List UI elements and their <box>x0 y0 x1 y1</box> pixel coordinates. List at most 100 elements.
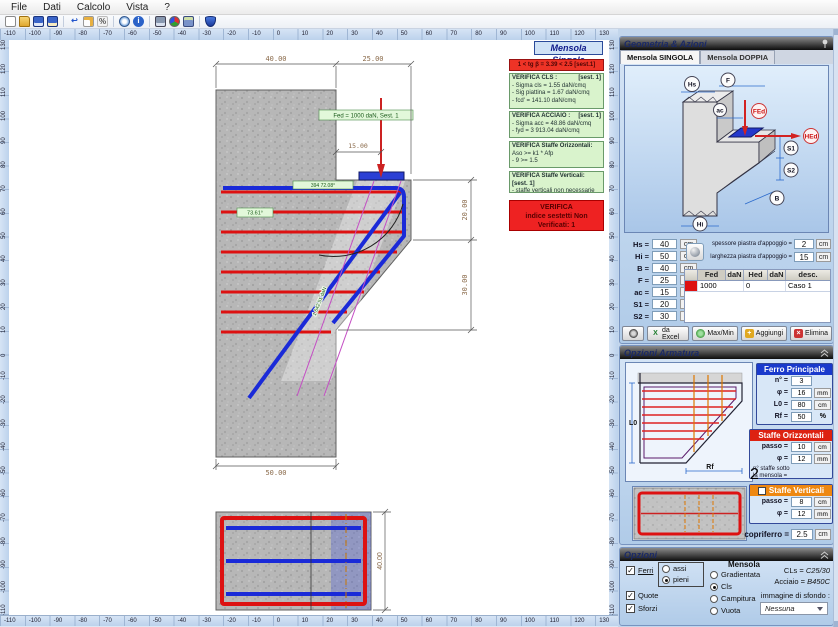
drawing-canvas[interactable]: Fed = 1000 daN, Sest. 1 394 72.08° 73.61… <box>9 40 609 615</box>
hed-column-header[interactable]: Hed <box>744 270 768 280</box>
ac-input[interactable]: 15 <box>652 287 677 297</box>
gear-button[interactable] <box>622 326 644 341</box>
hed-cell[interactable]: 0 <box>744 281 786 291</box>
fed-cell[interactable]: 1000 <box>698 281 744 291</box>
excel-icon: X <box>651 329 660 338</box>
copriferro-input[interactable]: 2.5 <box>791 529 813 540</box>
cls-radio[interactable] <box>710 583 718 591</box>
menu-help[interactable]: ? <box>156 0 178 14</box>
desc-column-header[interactable]: desc. <box>786 270 830 280</box>
copriferro-label: copriferro = <box>715 530 789 539</box>
ferro-rf-input[interactable]: 50 <box>791 412 812 422</box>
verifica-staffe-v-title: VERIFICA Staffe Verticali: [sest. 1] <box>512 173 601 188</box>
tab-mensola-doppia[interactable]: Mensola DOPPIA <box>700 50 775 64</box>
vuota-radio[interactable] <box>710 607 718 615</box>
tab-mensola-singola[interactable]: Mensola SINGOLA <box>620 50 700 64</box>
open-folder-icon[interactable] <box>19 16 30 27</box>
quote-checkbox[interactable]: ✓ <box>626 591 635 600</box>
menu-calcolo[interactable]: Calcolo <box>69 0 118 14</box>
desc-cell[interactable]: Caso 1 <box>786 281 830 291</box>
info-icon[interactable]: i <box>133 16 144 27</box>
pieni-radio[interactable] <box>662 576 670 584</box>
shield-icon[interactable] <box>205 16 216 27</box>
new-document-icon[interactable] <box>5 16 16 27</box>
campitura-radio[interactable] <box>710 595 718 603</box>
ferro-diam-input[interactable]: 16 <box>791 388 812 398</box>
verdict-line: VERIFICA <box>510 203 603 212</box>
collapse-icon[interactable] <box>820 551 829 559</box>
f-input[interactable]: 25 <box>652 275 677 285</box>
ferro-l0-input[interactable]: 80 <box>791 400 812 410</box>
vuota-option[interactable]: Vuota <box>710 606 740 615</box>
collapse-icon[interactable] <box>820 349 829 357</box>
verifica-cls-line: - fcd' = 141.10 daN/cmq <box>512 98 601 106</box>
fill-mode-group: assi pieni <box>658 562 704 587</box>
assi-option[interactable]: assi <box>662 564 686 573</box>
geometry-panel-header[interactable]: Geometria & Azioni <box>620 37 833 50</box>
hs-input[interactable]: 40 <box>652 239 677 249</box>
panel-scrollbar[interactable] <box>833 29 838 627</box>
export-icon[interactable] <box>155 16 166 27</box>
table-row[interactable]: 1000 0 Caso 1 <box>685 281 830 292</box>
scroll-down-arrow[interactable] <box>834 621 838 627</box>
elimina-button[interactable]: × Elimina <box>790 326 832 341</box>
plate-width-input[interactable]: 15 <box>794 252 814 262</box>
svg-text:S1: S1 <box>787 146 795 153</box>
cls-option[interactable]: Cls <box>710 582 732 591</box>
ferro-principale-group: Ferro Principale n° = 3 φ = 16 mm L0 = 8… <box>756 363 833 425</box>
undo-icon[interactable]: ↩ <box>69 16 80 27</box>
staffe-o-passo-input[interactable]: 10 <box>791 442 812 452</box>
b-input[interactable]: 40 <box>652 263 677 273</box>
save-icon[interactable] <box>33 16 44 27</box>
plate-thickness-input[interactable]: 2 <box>794 239 814 249</box>
calculator-icon[interactable] <box>183 16 194 27</box>
svg-text:73.61°: 73.61° <box>247 211 263 217</box>
ferri-option[interactable]: ✓ Ferri <box>626 566 653 575</box>
quote-option[interactable]: ✓ Quote <box>626 591 658 600</box>
ferro-n-input[interactable]: 3 <box>791 376 812 386</box>
fed-column-header[interactable]: Fed <box>698 270 726 280</box>
assi-radio[interactable] <box>662 565 670 573</box>
max-min-button[interactable]: Max/Min <box>692 326 737 341</box>
staffe-v-diam-input[interactable]: 12 <box>791 509 812 519</box>
sforzi-option[interactable]: ✓ Sforzi <box>626 604 657 613</box>
s2-input[interactable]: 30 <box>652 311 677 321</box>
staffe-verticali-checkbox[interactable] <box>758 487 766 495</box>
verifica-acciaio-title: VERIFICA ACCIAIO : <box>512 113 570 121</box>
clock-icon[interactable] <box>119 16 130 27</box>
plate-width-label: larghezza piastra d'appoggio = <box>708 254 792 260</box>
ferri-checkbox[interactable]: ✓ <box>626 566 635 575</box>
svg-text:HEd: HEd <box>805 134 818 141</box>
svg-text:25.00: 25.00 <box>362 55 383 63</box>
corner-cell <box>685 270 698 280</box>
save-as-icon[interactable] <box>47 16 58 27</box>
da-excel-button[interactable]: X da Excel <box>647 326 689 341</box>
scroll-up-arrow[interactable] <box>834 29 838 35</box>
verdict-box: VERIFICA indice sestetti Non Verificati:… <box>509 200 604 231</box>
armatura-panel-header[interactable]: Opzioni Armatura <box>620 346 833 359</box>
pin-icon[interactable] <box>821 39 829 48</box>
pieni-option[interactable]: pieni <box>662 575 689 584</box>
sforzi-checkbox[interactable]: ✓ <box>626 604 635 613</box>
background-image-select[interactable]: Nessuna <box>760 602 828 615</box>
sphere-button[interactable] <box>686 243 704 261</box>
color-wheel-icon[interactable] <box>169 16 180 27</box>
menu-dati[interactable]: Dati <box>35 0 69 14</box>
aggiungi-button[interactable]: + Aggiungi <box>741 326 787 341</box>
row-selector-cell[interactable] <box>685 281 698 291</box>
staffe-o-diam-unit: mm <box>814 454 831 464</box>
menu-vista[interactable]: Vista <box>118 0 156 14</box>
hi-input[interactable]: 50 <box>652 251 677 261</box>
staffe-v-passo-input[interactable]: 8 <box>791 497 812 507</box>
s1-input[interactable]: 20 <box>652 299 677 309</box>
geometry-panel-title: Geometria & Azioni <box>624 39 707 49</box>
settings-percent-icon[interactable]: % <box>97 16 108 27</box>
gradientata-radio[interactable] <box>710 571 718 579</box>
report-icon[interactable] <box>83 16 94 27</box>
corbel-plan: 40.00 <box>216 509 391 613</box>
staffe-o-diam-input[interactable]: 12 <box>791 454 812 464</box>
staffe-v-diam-label: φ = <box>777 510 788 517</box>
add-icon: + <box>745 329 754 338</box>
gradientata-option[interactable]: Gradientata <box>710 570 760 579</box>
menu-file[interactable]: File <box>3 0 35 14</box>
